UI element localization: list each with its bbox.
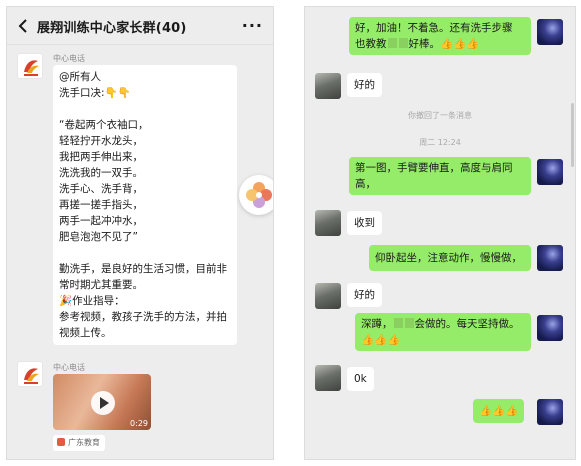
my-message[interactable]: 👍👍👍 — [473, 399, 525, 423]
center-logo-icon — [24, 60, 39, 76]
message-text: 好，加油！不着急。还有洗手步骤 — [355, 22, 513, 34]
sender-avatar[interactable] — [17, 361, 43, 387]
message-text: 0k — [354, 373, 367, 385]
message-text-line: 再搓一搓手指头， — [59, 199, 143, 211]
chat-header: 展翔训练中心家长群(40) ··· — [7, 7, 273, 45]
my-message[interactable]: 第一图，手臂要伸直，高度与肩同 高， — [349, 157, 531, 195]
message-text-line: 🎉作业指导： — [59, 295, 125, 307]
message-text-line: 我把两手伸出来， — [59, 151, 143, 163]
my-avatar[interactable] — [537, 245, 563, 271]
my-message[interactable]: 好，加油！不着急。还有洗手步骤 也教教 好棒。👍👍👍 — [349, 17, 531, 55]
video-duration: 0:29 — [130, 419, 148, 428]
message-text-line: 两手一起冲冲水， — [59, 215, 143, 227]
my-message[interactable]: 深蹲， 会做的。每天坚持做。 👍👍👍 — [355, 313, 531, 351]
play-button[interactable] — [91, 391, 115, 415]
message-text-line: 勤洗手，是良好的生活习惯，目前非 — [59, 263, 227, 275]
chat-title: 展翔训练中心家长群(40) — [37, 21, 187, 36]
message-text-row: 深蹲， 会做的。每天坚持做。 — [361, 316, 525, 332]
video-source-label: 广东教育 — [68, 438, 100, 447]
message-text-row: 也教教 好棒。👍👍👍 — [355, 36, 525, 52]
message-text-line: 视频上传。 — [59, 327, 112, 339]
message-text-line: 参考视频，教孩子洗手的方法，并拍 — [59, 311, 227, 323]
message-text-line: 肥皂泡泡不见了” — [59, 231, 138, 243]
message-text: 收到 — [354, 217, 375, 229]
message-text: 会做的。每天坚持做。 — [414, 318, 520, 330]
message-text-line: 洗手心、洗手背， — [59, 183, 143, 195]
message-text: 第一图，手臂要伸直，高度与肩同 — [355, 162, 513, 174]
my-avatar[interactable] — [537, 315, 563, 341]
message-text-line: 洗洗我的一双手。 — [59, 167, 143, 179]
contact-avatar[interactable] — [315, 73, 341, 99]
sender-name: 中心电话 — [53, 54, 85, 63]
message-text: 好的 — [354, 289, 375, 301]
message-text: 好棒。👍👍👍 — [408, 38, 480, 50]
my-avatar[interactable] — [537, 399, 563, 425]
center-logo-icon — [24, 368, 39, 384]
contact-avatar[interactable] — [315, 365, 341, 391]
message-text: 好的 — [354, 79, 375, 91]
message-text-line: 轻轻拧开水龙头， — [59, 135, 143, 147]
private-chat-window: 好，加油！不着急。还有洗手步骤 也教教 好棒。👍👍👍 好的 你撤回了一条消息 周二… — [304, 6, 576, 460]
message-text-line: 洗手口决:👇👇 — [59, 87, 131, 99]
message-text: 仰卧起坐，注意动作，慢慢做， — [375, 252, 522, 264]
message-text: 深蹲， — [361, 318, 393, 330]
recall-notice: 你撤回了一条消息 — [408, 111, 472, 120]
sender-avatar[interactable] — [17, 53, 43, 79]
redacted-mark — [393, 318, 403, 328]
message-text: 👍👍👍 — [479, 405, 519, 417]
sender-name: 中心电话 — [53, 363, 85, 372]
redacted-mark — [387, 38, 397, 48]
group-chat-window: 展翔训练中心家长群(40) ··· 中心电话 @所有人洗手口决:👇👇 “卷起两个衣… — [6, 6, 274, 460]
message-text-line: 常时期尤其重要。 — [59, 279, 143, 291]
announcement-message[interactable]: @所有人洗手口决:👇👇 “卷起两个衣袖口， 轻轻拧开水龙头， 我把两手伸出来， 洗洗我的… — [53, 65, 237, 345]
contact-avatar[interactable] — [315, 210, 341, 236]
contact-message[interactable]: 好的 — [347, 73, 382, 97]
floating-window-button[interactable] — [239, 175, 273, 215]
video-message[interactable]: 0:29 — [53, 374, 151, 430]
video-source-tag[interactable]: 广东教育 — [53, 435, 105, 451]
my-avatar[interactable] — [537, 159, 563, 185]
message-text-line: @所有人 — [59, 71, 101, 83]
contact-message[interactable]: 好的 — [347, 283, 382, 307]
message-timestamp: 周二 12:24 — [419, 138, 461, 147]
my-message[interactable]: 仰卧起坐，注意动作，慢慢做， — [369, 245, 531, 271]
channel-icon — [57, 438, 65, 446]
contact-message[interactable]: 0k — [347, 367, 374, 391]
my-avatar[interactable] — [537, 19, 563, 45]
contact-message[interactable]: 收到 — [347, 211, 382, 235]
message-text: 👍👍👍 — [361, 334, 401, 346]
message-text: 高， — [355, 178, 376, 190]
play-icon — [100, 397, 109, 409]
redacted-mark — [404, 318, 414, 328]
contact-avatar[interactable] — [315, 283, 341, 309]
back-arrow-icon[interactable] — [17, 18, 31, 34]
message-text-line: “卷起两个衣袖口， — [59, 119, 149, 131]
redacted-mark — [398, 38, 408, 48]
more-options-icon[interactable]: ··· — [242, 16, 263, 35]
flower-icon — [246, 182, 272, 208]
message-text: 也教教 — [355, 38, 387, 50]
